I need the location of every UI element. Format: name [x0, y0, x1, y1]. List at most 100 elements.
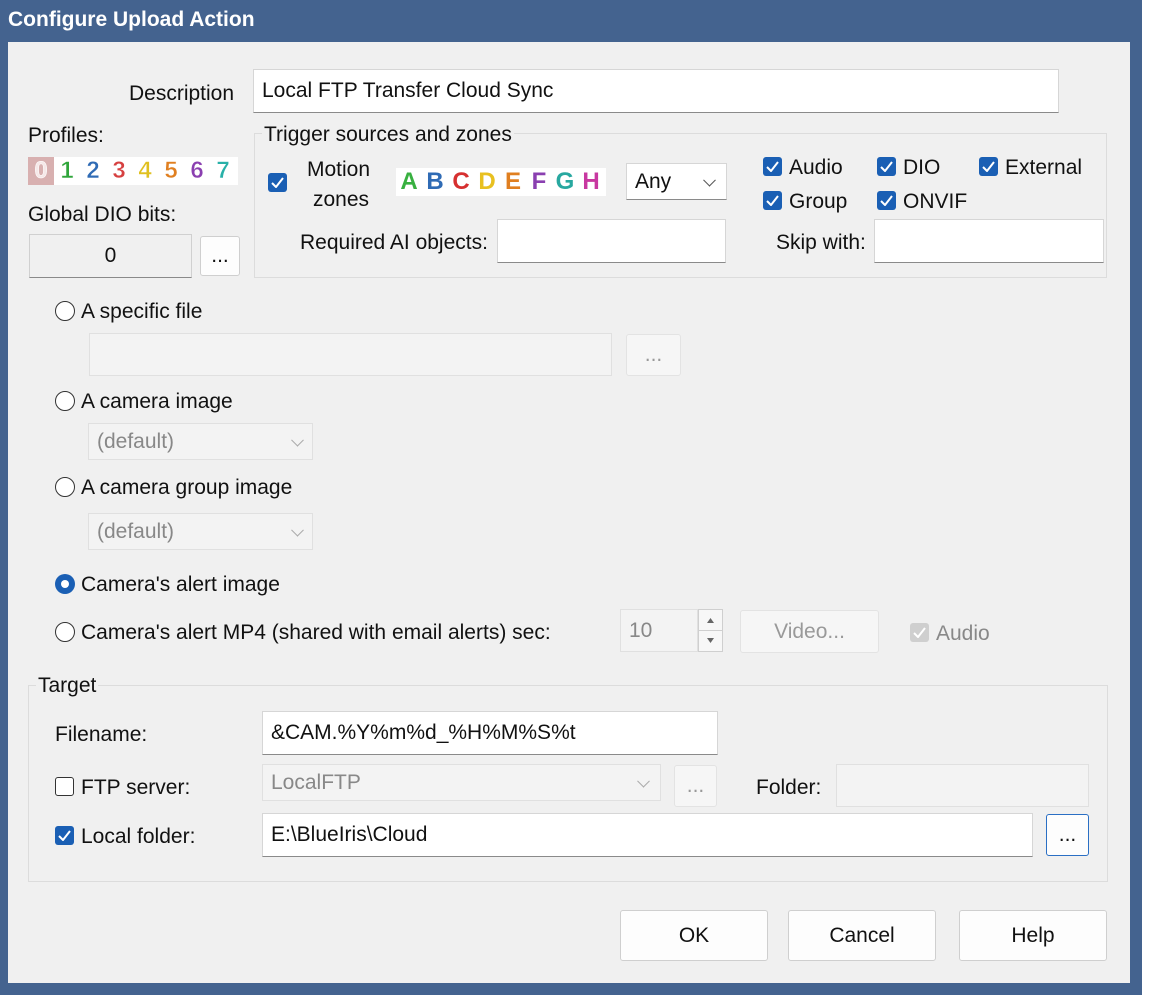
window-frame-left [0, 42, 8, 987]
motion-label: Motion [307, 158, 371, 181]
background-strip [1142, 0, 1152, 995]
zone-h[interactable]: H [578, 168, 604, 196]
ftp-server-select-value: LocalFTP [271, 770, 361, 794]
chevron-down-icon [637, 774, 650, 788]
description-input[interactable]: Local FTP Transfer Cloud Sync [253, 69, 1059, 113]
alert-image-label: Camera's alert image [81, 573, 280, 596]
profile-7[interactable]: 7 [210, 157, 236, 185]
motion-zones-checkbox[interactable] [268, 173, 287, 192]
filename-input[interactable]: &CAM.%Y%m%d_%H%M%S%t [262, 711, 718, 755]
folder-input[interactable] [836, 764, 1089, 807]
checkmark-icon [271, 177, 284, 188]
ftp-server-label: FTP server: [81, 776, 191, 799]
global-dio-label: Global DIO bits: [28, 203, 177, 226]
checkmark-icon [766, 195, 779, 206]
group-checkbox[interactable] [763, 191, 782, 210]
window-frame-right [1130, 42, 1142, 987]
chevron-down-icon [703, 173, 716, 187]
zone-b[interactable]: B [422, 168, 448, 196]
external-checkbox[interactable] [979, 157, 998, 176]
checkmark-icon [880, 161, 893, 172]
specific-file-radio[interactable] [55, 301, 75, 321]
target-group-label: Target [36, 674, 99, 698]
camera-image-select-value: (default) [97, 429, 175, 453]
required-ai-label: Required AI objects: [300, 231, 488, 254]
onvif-label: ONVIF [903, 190, 968, 213]
folder-label: Folder: [756, 776, 822, 799]
global-dio-browse-button[interactable]: ... [200, 236, 240, 276]
ok-button[interactable]: OK [620, 910, 768, 961]
alert-mp4-label: Camera's alert MP4 (shared with email al… [81, 621, 551, 644]
external-label: External [1005, 156, 1083, 179]
zone-g[interactable]: G [552, 168, 578, 196]
camera-group-image-radio[interactable] [55, 477, 75, 497]
spinner-arrows-icon [699, 618, 722, 643]
profile-3[interactable]: 3 [106, 157, 132, 185]
checkmark-icon [913, 627, 926, 638]
camera-image-select[interactable]: (default) [88, 423, 313, 460]
mp4-audio-checkbox[interactable] [910, 623, 929, 642]
profile-5[interactable]: 5 [158, 157, 184, 185]
specific-file-browse-button[interactable]: ... [626, 334, 681, 376]
chevron-down-icon [291, 523, 304, 537]
zone-a[interactable]: A [396, 168, 422, 196]
specific-file-label: A specific file [81, 300, 203, 323]
local-folder-browse-button[interactable]: ... [1046, 814, 1089, 856]
required-ai-input[interactable] [497, 219, 726, 263]
profiles-selector[interactable]: 01234567 [28, 157, 238, 185]
skip-with-label: Skip with: [776, 231, 866, 254]
profile-6[interactable]: 6 [184, 157, 210, 185]
ftp-server-browse-button[interactable]: ... [674, 765, 717, 807]
checkmark-icon [766, 161, 779, 172]
window-title: Configure Upload Action [8, 8, 255, 31]
video-button[interactable]: Video... [740, 610, 879, 653]
profile-1[interactable]: 1 [54, 157, 80, 185]
dio-label: DIO [903, 156, 941, 179]
audio-checkbox[interactable] [763, 157, 782, 176]
mp4-seconds-spinner[interactable] [698, 609, 723, 652]
filename-label: Filename: [55, 723, 148, 746]
profile-0[interactable]: 0 [28, 157, 54, 185]
alert-mp4-radio[interactable] [55, 622, 75, 642]
checkmark-icon [58, 830, 71, 841]
onvif-checkbox[interactable] [877, 191, 896, 210]
camera-group-select[interactable]: (default) [88, 513, 313, 550]
description-label: Description [129, 82, 235, 105]
local-folder-checkbox[interactable] [55, 826, 74, 845]
mp4-seconds-input[interactable]: 10 [620, 609, 698, 652]
zone-e[interactable]: E [500, 168, 526, 196]
camera-group-image-label: A camera group image [81, 476, 293, 499]
local-folder-label: Local folder: [81, 825, 196, 848]
chevron-down-icon [291, 433, 304, 447]
window-frame-bottom [0, 983, 1142, 995]
zone-mode-value: Any [635, 169, 672, 193]
camera-image-label: A camera image [81, 390, 233, 413]
global-dio-value[interactable]: 0 [29, 234, 192, 278]
ftp-server-select[interactable]: LocalFTP [262, 764, 661, 801]
help-button[interactable]: Help [959, 910, 1107, 961]
zones-label: zones [313, 188, 370, 211]
cancel-button[interactable]: Cancel [788, 910, 936, 961]
trigger-group-label: Trigger sources and zones [262, 123, 514, 147]
profile-4[interactable]: 4 [132, 157, 158, 185]
mp4-audio-label: Audio [936, 622, 990, 645]
profile-2[interactable]: 2 [80, 157, 106, 185]
profiles-label: Profiles: [28, 124, 104, 147]
checkmark-icon [982, 161, 995, 172]
zone-d[interactable]: D [474, 168, 500, 196]
zone-f[interactable]: F [526, 168, 552, 196]
local-folder-input[interactable]: E:\BlueIris\Cloud [262, 813, 1033, 857]
zones-selector[interactable]: ABCDEFGH [396, 168, 606, 196]
skip-with-input[interactable] [874, 219, 1104, 263]
checkmark-icon [880, 195, 893, 206]
camera-group-select-value: (default) [97, 519, 175, 543]
ftp-server-checkbox[interactable] [55, 777, 74, 796]
audio-label: Audio [789, 156, 843, 179]
dio-checkbox[interactable] [877, 157, 896, 176]
camera-image-radio[interactable] [55, 391, 75, 411]
zone-c[interactable]: C [448, 168, 474, 196]
zone-mode-select[interactable]: Any [626, 163, 727, 200]
group-label: Group [789, 190, 848, 213]
specific-file-input[interactable] [89, 333, 612, 376]
alert-image-radio[interactable] [55, 574, 75, 594]
